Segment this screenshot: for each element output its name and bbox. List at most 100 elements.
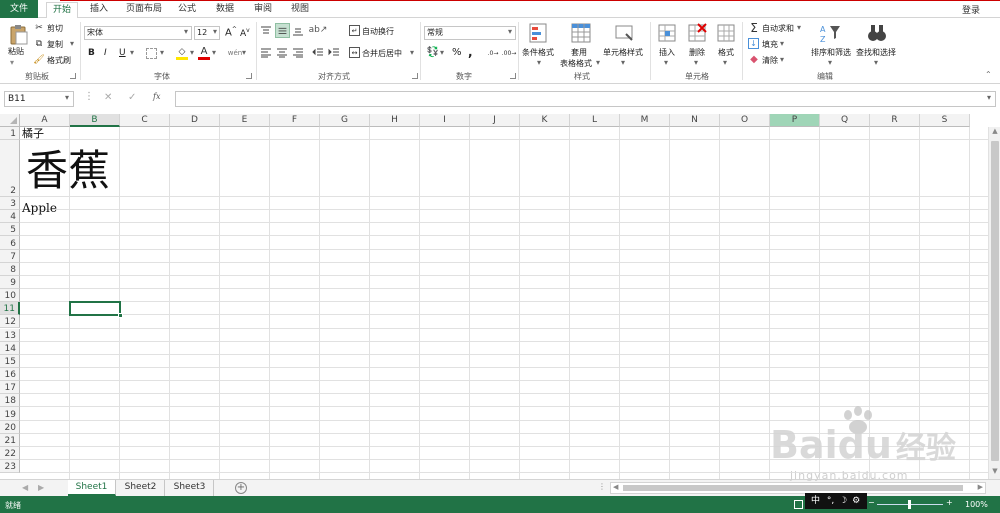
row-header-1[interactable]: 1 [0, 127, 20, 140]
row-header-6[interactable]: 6 [0, 236, 20, 250]
orientation-icon[interactable]: ab↗ [309, 23, 328, 37]
decrease-font-icon[interactable]: Av [240, 27, 250, 39]
scroll-left-icon[interactable]: ◀ [613, 483, 618, 491]
fill-dropdown-icon[interactable]: ▾ [780, 39, 784, 48]
number-format-select[interactable]: 常规 [424, 26, 516, 40]
column-header-N[interactable]: N [670, 114, 720, 127]
login-link[interactable]: 登录 [962, 3, 980, 16]
clipboard-launcher-icon[interactable] [70, 73, 76, 79]
find-select-button[interactable]: 查找和选择 [856, 47, 896, 58]
row-header-21[interactable]: 21 [0, 433, 20, 447]
percent-button[interactable]: % [452, 47, 462, 58]
cancel-icon[interactable]: ✕ [104, 92, 112, 103]
ime-toolbar[interactable]: 中 °, ☽ ⚙ [805, 493, 867, 509]
find-select-dropdown-icon[interactable]: ▾ [874, 58, 878, 67]
ime-punct-icon[interactable]: °, [827, 496, 834, 506]
copy-button[interactable]: 复制 [47, 39, 63, 50]
sheet-tab-1[interactable]: Sheet1 [68, 480, 116, 496]
row-header-8[interactable]: 8 [0, 262, 20, 276]
merge-center-icon[interactable]: ↔ [349, 47, 360, 58]
formula-expand-icon[interactable]: ▾ [987, 93, 991, 102]
font-color-icon[interactable]: A [198, 46, 210, 60]
scroll-right-icon[interactable]: ▶ [978, 483, 983, 491]
align-middle-icon[interactable] [275, 23, 290, 38]
delete-cells-button[interactable]: 删除 [689, 47, 705, 58]
row-header-11[interactable]: 11 [0, 302, 20, 316]
font-size-dropdown-icon[interactable]: ▾ [213, 27, 217, 36]
horizontal-scroll-thumb[interactable] [623, 485, 963, 491]
insert-cells-button[interactable]: 插入 [659, 47, 675, 58]
border-dropdown-icon[interactable]: ▾ [160, 48, 164, 57]
clear-icon[interactable]: ◆ [748, 54, 760, 65]
italic-button[interactable]: I [104, 48, 107, 58]
format-table-label-1[interactable]: 套用 [571, 47, 587, 58]
tab-formulas[interactable]: 公式 [172, 2, 202, 18]
zoom-level[interactable]: 100% [965, 500, 988, 509]
phonetic-icon[interactable]: wén [228, 46, 242, 60]
decrease-decimal-icon[interactable]: .00→ [502, 47, 517, 59]
sort-filter-button[interactable]: 排序和筛选 [811, 47, 851, 58]
tab-home[interactable]: 开始 [46, 2, 79, 19]
cell-styles-button[interactable]: 单元格样式 [603, 47, 643, 58]
horizontal-scrollbar[interactable]: ◀ ▶ [610, 482, 986, 494]
align-right-icon[interactable] [292, 48, 304, 58]
autosum-icon[interactable]: Σ [748, 21, 760, 35]
underline-button[interactable]: U [119, 48, 126, 58]
sheet-tab-3[interactable]: Sheet3 [166, 480, 214, 496]
format-cells-icon[interactable] [715, 22, 737, 44]
next-sheet-icon[interactable]: ▶ [38, 483, 44, 492]
phonetic-dropdown-icon[interactable]: ▾ [242, 48, 246, 57]
cell-A3[interactable]: Apple [22, 201, 57, 215]
number-launcher-icon[interactable] [510, 73, 516, 79]
formula-input[interactable] [175, 91, 996, 107]
name-box-dropdown-icon[interactable]: ▾ [65, 93, 69, 102]
number-format-dropdown-icon[interactable]: ▾ [508, 27, 512, 36]
row-header-9[interactable]: 9 [0, 275, 20, 290]
tab-page-layout[interactable]: 页面布局 [120, 2, 168, 18]
find-select-icon[interactable] [866, 22, 888, 44]
tab-insert[interactable]: 插入 [84, 2, 114, 18]
format-table-label-2[interactable]: 表格格式 [560, 58, 592, 69]
ime-mode[interactable]: 中 [811, 496, 820, 506]
font-launcher-icon[interactable] [246, 73, 252, 79]
conditional-format-icon[interactable] [528, 22, 550, 44]
vertical-scrollbar[interactable]: ▲ ▼ [988, 127, 1000, 479]
name-box[interactable]: B11 [4, 91, 74, 107]
column-header-E[interactable]: E [220, 114, 270, 127]
wrap-text-button[interactable]: 自动换行 [362, 26, 394, 37]
delete-cells-icon[interactable] [686, 22, 708, 44]
decrease-indent-icon[interactable] [312, 48, 324, 58]
align-center-icon[interactable] [276, 48, 288, 58]
paste-label[interactable]: 粘贴 [8, 46, 24, 57]
row-header-12[interactable]: 12 [0, 315, 20, 329]
copy-icon[interactable]: ⧉ [33, 38, 45, 50]
normal-view-icon[interactable] [794, 500, 803, 509]
cell-styles-icon[interactable] [614, 22, 636, 44]
column-header-Q[interactable]: Q [820, 114, 870, 127]
align-left-icon[interactable] [260, 48, 272, 58]
underline-dropdown-icon[interactable]: ▾ [130, 48, 134, 57]
align-bottom-icon[interactable] [292, 26, 304, 36]
column-header-M[interactable]: M [620, 114, 670, 127]
row-header-20[interactable]: 20 [0, 420, 20, 434]
column-header-P[interactable]: P [770, 114, 820, 127]
sort-filter-icon[interactable]: A Z [819, 22, 841, 44]
row-header-5[interactable]: 5 [0, 223, 20, 237]
alignment-launcher-icon[interactable] [412, 73, 418, 79]
row-header-16[interactable]: 16 [0, 367, 20, 382]
row-header-7[interactable]: 7 [0, 249, 20, 263]
zoom-out-icon[interactable]: − [868, 498, 875, 507]
row-header-17[interactable]: 17 [0, 381, 20, 395]
fill-handle[interactable] [118, 313, 123, 319]
conditional-dropdown-icon[interactable]: ▾ [537, 58, 541, 67]
wrap-text-icon[interactable]: ↵ [349, 25, 360, 36]
row-header-13[interactable]: 13 [0, 328, 20, 342]
column-header-O[interactable]: O [720, 114, 770, 127]
delete-cells-dropdown-icon[interactable]: ▾ [694, 58, 698, 67]
row-header-15[interactable]: 15 [0, 354, 20, 368]
insert-cells-icon[interactable] [656, 22, 678, 44]
paste-dropdown-icon[interactable]: ▾ [10, 58, 14, 67]
column-header-B[interactable]: B [70, 114, 120, 127]
font-name-select[interactable]: 宋体 [84, 26, 192, 40]
column-header-G[interactable]: G [320, 114, 370, 127]
